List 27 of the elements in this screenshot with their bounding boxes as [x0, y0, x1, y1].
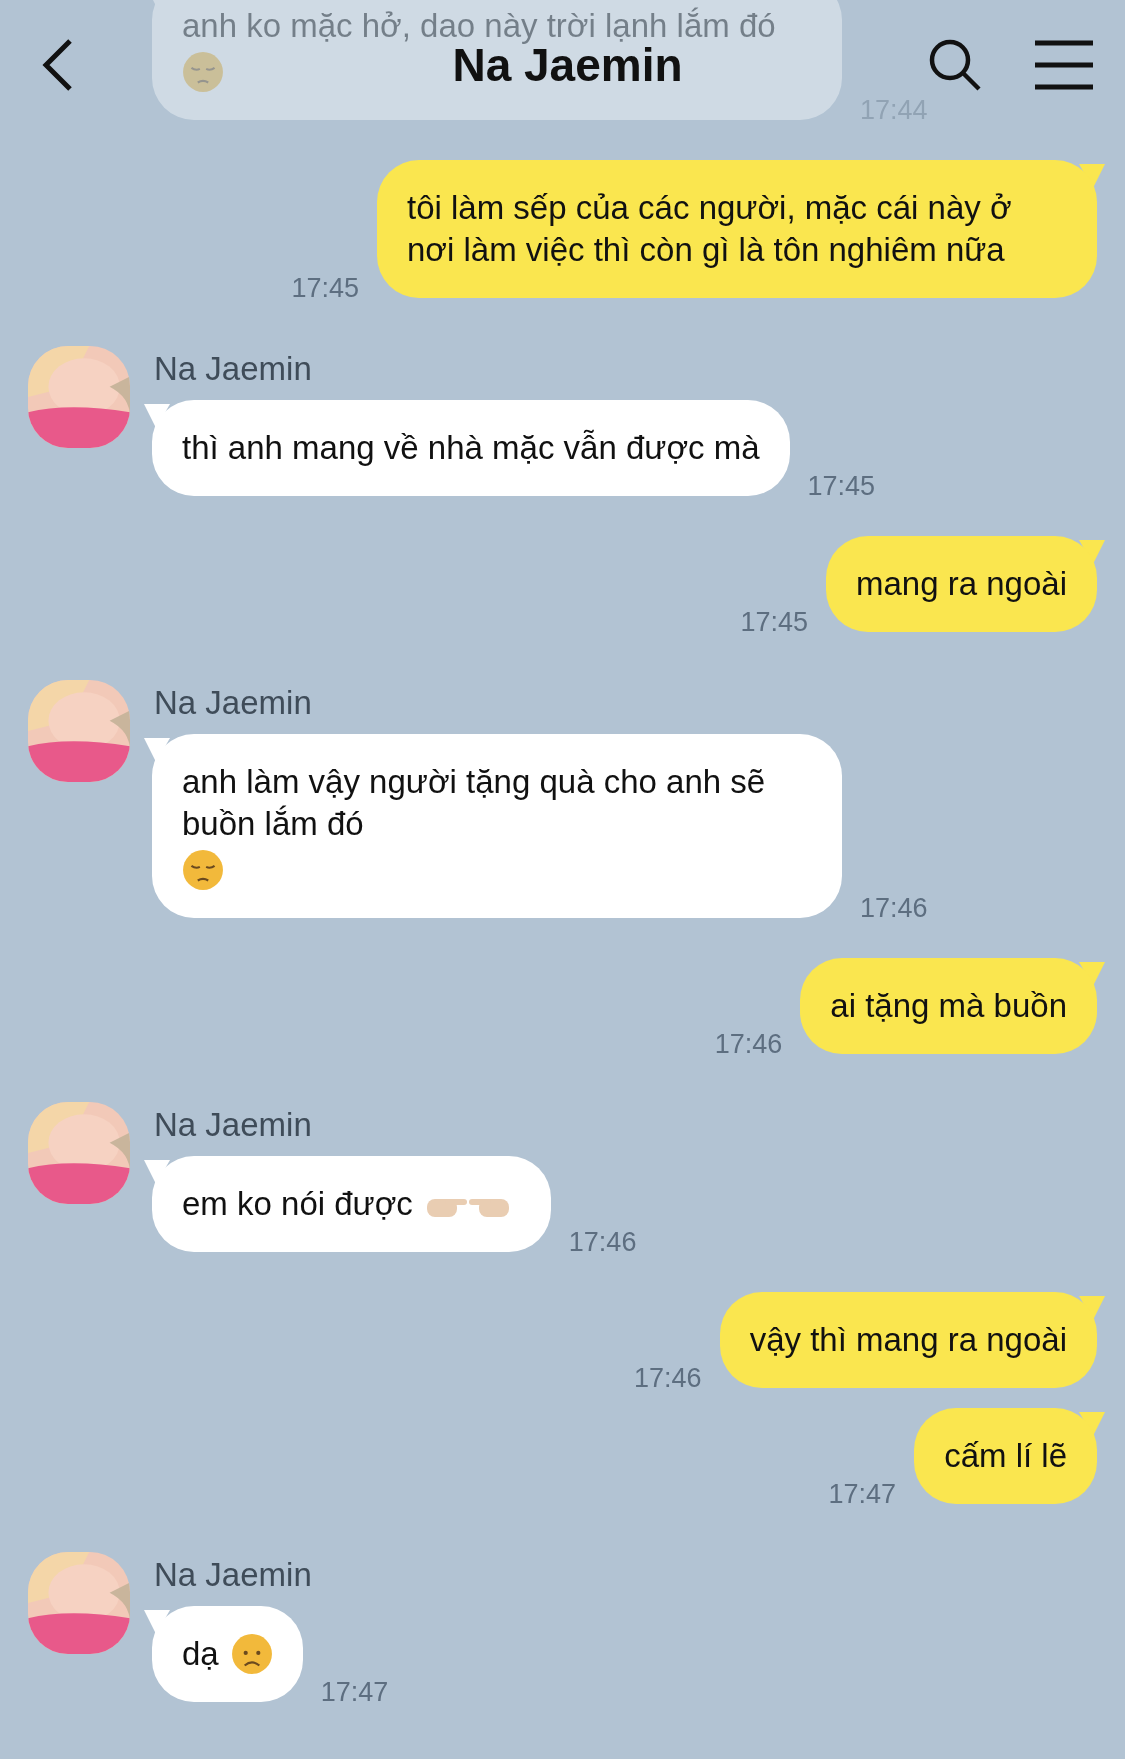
sender-name: Na Jaemin — [154, 1106, 312, 1144]
message-text: tôi làm sếp của các người, mặc cái này ở nơi làm việc thì còn gì là tôn nghiêm nữa — [407, 188, 1013, 270]
pensive-face-icon — [182, 51, 224, 93]
message-text: dạ — [182, 1634, 219, 1674]
message-text: ai tặng mà buồn — [830, 986, 1067, 1026]
pensive-face-icon — [182, 849, 224, 891]
timestamp: 17:45 — [740, 607, 808, 638]
message-text: anh làm vậy người tặng quà cho anh sẽ buồn lắm đó — [182, 762, 767, 844]
message-text: em ko nói được — [182, 1184, 413, 1224]
search-icon[interactable] — [927, 37, 983, 93]
timestamp: 17:46 — [634, 1363, 702, 1394]
message-text: vậy thì mang ra ngoài — [749, 1320, 1067, 1360]
message-text: cấm lí lẽ — [944, 1436, 1067, 1476]
menu-icon[interactable] — [1033, 39, 1095, 91]
timestamp: 17:45 — [291, 273, 359, 304]
timestamp: 17:47 — [828, 1479, 897, 1510]
message-text: thì anh mang về nhà mặc vẫn được mà — [182, 428, 760, 468]
timestamp: 17:46 — [568, 1227, 637, 1258]
timestamp: 17:46 — [714, 1029, 783, 1060]
timestamp: 17:45 — [807, 471, 876, 502]
sender-name: Na Jaemin — [154, 1556, 312, 1594]
message-text: mang ra ngoài — [856, 564, 1067, 604]
sender-name: Na Jaemin — [154, 684, 312, 722]
timestamp: 17:47 — [320, 1677, 389, 1708]
sender-name: Na Jaemin — [154, 350, 312, 388]
timestamp: 17:46 — [860, 893, 928, 924]
sad-face-icon — [230, 1633, 273, 1675]
